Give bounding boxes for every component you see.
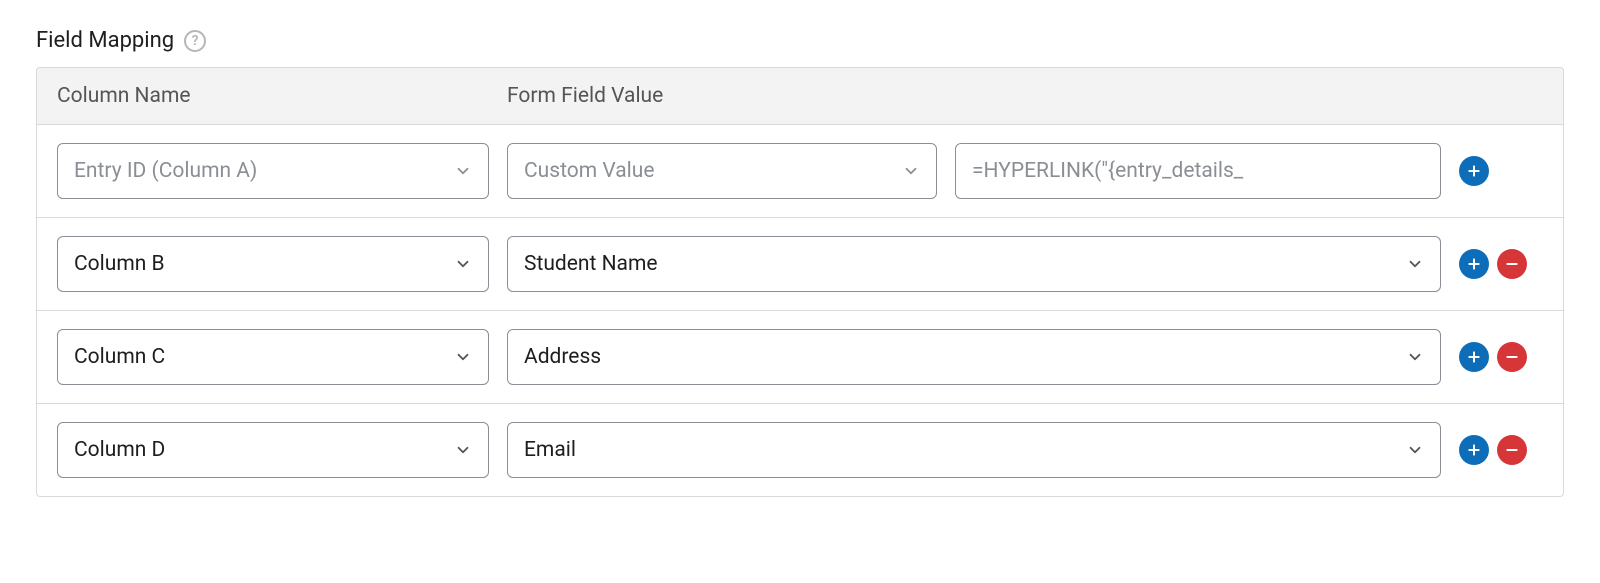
column-select[interactable]: Column B: [57, 236, 489, 292]
custom-value-input: =HYPERLINK("{entry_details_: [955, 143, 1441, 199]
add-row-button[interactable]: [1459, 435, 1489, 465]
chevron-down-icon: [454, 255, 472, 273]
table-header: Column Name Form Field Value: [37, 68, 1563, 125]
add-row-button[interactable]: [1459, 249, 1489, 279]
remove-row-button[interactable]: [1497, 435, 1527, 465]
mapping-row: Column B Student Name: [37, 218, 1563, 311]
field-select[interactable]: Address: [507, 329, 1441, 385]
mapping-row: Column C Address: [37, 311, 1563, 404]
add-row-button[interactable]: [1459, 342, 1489, 372]
section-title-label: Field Mapping: [36, 28, 174, 53]
column-select: Entry ID (Column A): [57, 143, 489, 199]
field-select-value: Student Name: [524, 252, 658, 276]
header-form-field-value: Form Field Value: [507, 84, 1543, 108]
field-select-value: Email: [524, 438, 576, 462]
row-actions: [1459, 435, 1543, 465]
column-select-value: Column B: [74, 252, 165, 276]
add-row-button[interactable]: [1459, 156, 1489, 186]
field-select: Custom Value: [507, 143, 937, 199]
chevron-down-icon: [454, 348, 472, 366]
header-column-name: Column Name: [57, 84, 507, 108]
help-icon[interactable]: ?: [184, 30, 206, 52]
chevron-down-icon: [1406, 255, 1424, 273]
mapping-row: Entry ID (Column A) Custom Value =HYPERL…: [37, 125, 1563, 218]
column-select-value: Entry ID (Column A): [74, 159, 257, 183]
field-select-value: Address: [524, 345, 601, 369]
field-select[interactable]: Email: [507, 422, 1441, 478]
column-select[interactable]: Column C: [57, 329, 489, 385]
section-title: Field Mapping ?: [36, 28, 1564, 53]
row-actions: [1459, 249, 1543, 279]
mapping-row: Column D Email: [37, 404, 1563, 496]
column-select-value: Column C: [74, 345, 165, 369]
chevron-down-icon: [1406, 441, 1424, 459]
chevron-down-icon: [454, 441, 472, 459]
row-actions: [1459, 342, 1543, 372]
row-actions: [1459, 156, 1543, 186]
chevron-down-icon: [1406, 348, 1424, 366]
field-select[interactable]: Student Name: [507, 236, 1441, 292]
field-select-value: Custom Value: [524, 159, 655, 183]
column-select[interactable]: Column D: [57, 422, 489, 478]
chevron-down-icon: [902, 162, 920, 180]
custom-value-text: =HYPERLINK("{entry_details_: [972, 159, 1243, 183]
remove-row-button[interactable]: [1497, 249, 1527, 279]
field-mapping-table: Column Name Form Field Value Entry ID (C…: [36, 67, 1564, 497]
chevron-down-icon: [454, 162, 472, 180]
remove-row-button[interactable]: [1497, 342, 1527, 372]
column-select-value: Column D: [74, 438, 165, 462]
